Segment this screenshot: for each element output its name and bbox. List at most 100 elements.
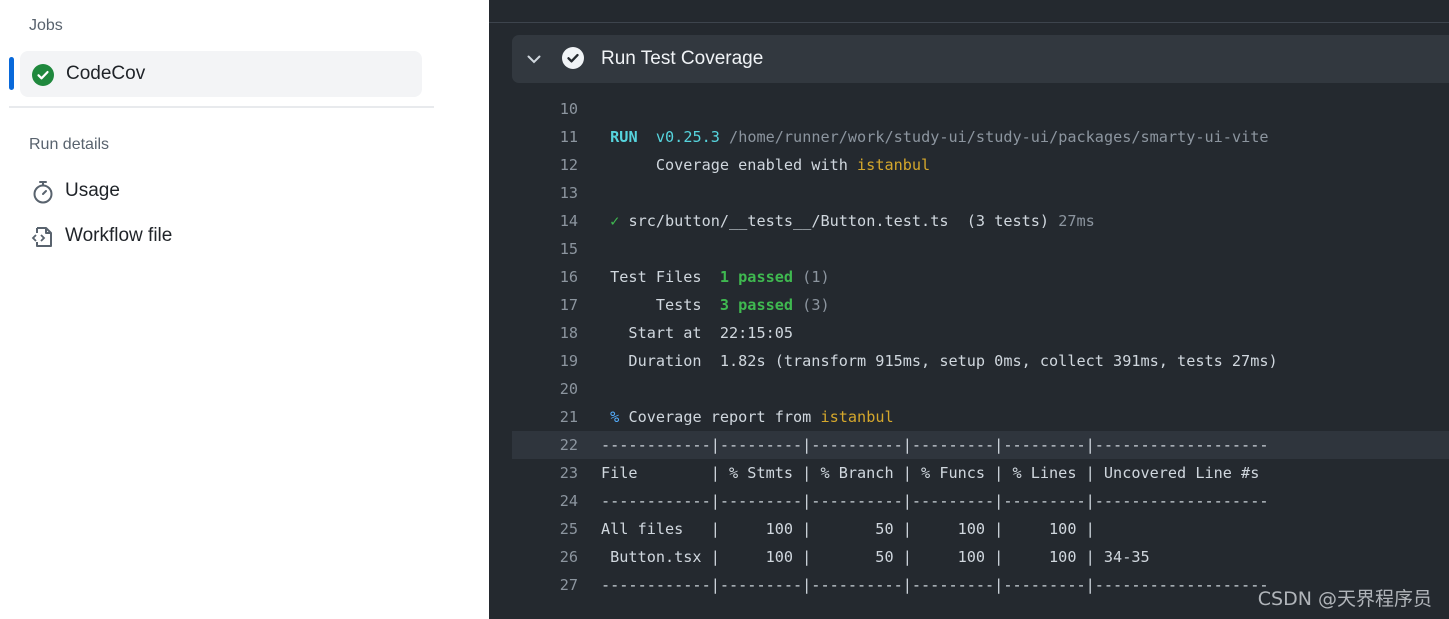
file-code-icon [31,227,52,247]
log-segment: 27ms [1058,212,1095,230]
log-text: ------------|---------|----------|------… [601,431,1269,459]
log-lines: 10 11 RUN v0.25.3 /home/runner/work/study… [512,95,1449,599]
log-line: 20 [512,375,1449,403]
log-segment: RUN [610,128,638,146]
log-line: 10 [512,95,1449,123]
check-circle-fill-icon [562,47,584,69]
line-number[interactable]: 23 [512,459,578,487]
log-segment: 3 passed [719,296,794,314]
log-text: Duration 1.82s (transform 915ms, setup 0… [601,347,1278,375]
log-text: RUN v0.25.3 /home/runner/work/study-ui/s… [601,123,1269,151]
job-item-codecov[interactable]: CodeCov [20,51,422,97]
log-segment: File | % Stmts | % Branch | % Funcs | % … [601,464,1260,482]
log-segment: Coverage enabled with [601,156,858,174]
log-text: % Coverage report from istanbul [601,403,894,431]
chevron-down-icon[interactable] [526,51,542,67]
sidebar: Jobs CodeCov Run details Usage Workflow … [0,0,489,619]
log-segment: (3) [793,296,830,314]
line-number[interactable]: 15 [512,235,578,263]
log-segment: /home/runner/work/study-ui/study-ui/pack… [719,128,1269,146]
log-text: ------------|---------|----------|------… [601,487,1269,515]
log-text: All files | 100 | 50 | 100 | 100 | [601,515,1095,543]
log-text: Tests 3 passed (3) [601,291,830,319]
log-segment: v0.25.3 [655,128,720,146]
line-number[interactable]: 13 [512,179,578,207]
log-segment [638,128,656,146]
log-line: 16 Test Files 1 passed (1) [512,263,1449,291]
log-line: 21 % Coverage report from istanbul [512,403,1449,431]
log-line: 23 File | % Stmts | % Branch | % Funcs | … [512,459,1449,487]
log-line: 22 ------------|---------|----------|----… [512,431,1449,459]
selected-indicator [9,57,14,90]
log-segment [601,212,610,230]
log-segment: Start at 22:15:05 [601,324,794,342]
line-number[interactable]: 21 [512,403,578,431]
log-text: Test Files 1 passed (1) [601,263,830,291]
job-log-panel: 10 11 RUN v0.25.3 /home/runner/work/study… [489,0,1449,619]
log-line: 25 All files | 100 | 50 | 100 | 100 | [512,515,1449,543]
log-line: 18 Start at 22:15:05 [512,319,1449,347]
stopwatch-icon [33,181,53,204]
log-segment: % [610,408,620,426]
line-number[interactable]: 24 [512,487,578,515]
log-segment: Test Files [601,268,720,286]
log-segment: Tests [601,296,720,314]
log-segment [601,128,610,146]
log-line: 19 Duration 1.82s (transform 915ms, setu… [512,347,1449,375]
divider [9,106,434,108]
log-text: File | % Stmts | % Branch | % Funcs | % … [601,459,1259,487]
log-segment: 1 passed [719,268,794,286]
nav-item-workflow-file[interactable]: Workflow file [29,222,329,252]
log-segment: src/button/__tests__/Button.test.ts (3 t… [619,212,1059,230]
log-line: 14 ✓ src/button/__tests__/Button.test.ts… [512,207,1449,235]
line-number[interactable]: 17 [512,291,578,319]
log-text: ✓ src/button/__tests__/Button.test.ts (3… [601,207,1095,235]
line-number[interactable]: 12 [512,151,578,179]
log-text: Coverage enabled with istanbul [601,151,930,179]
step-title: Run Test Coverage [601,48,764,69]
log-segment: istanbul [820,408,894,426]
line-number[interactable]: 25 [512,515,578,543]
log-segment: (1) [793,268,830,286]
log-segment [601,408,610,426]
log-line: 12 Coverage enabled with istanbul [512,151,1449,179]
log-line: 15 [512,235,1449,263]
line-number[interactable]: 22 [512,431,578,459]
line-number[interactable]: 27 [512,571,578,599]
log-text: ------------|---------|----------|------… [601,571,1269,599]
line-number[interactable]: 10 [512,95,578,123]
watermark: CSDN @天界程序员 [1257,588,1432,610]
nav-label: Workflow file [65,225,173,246]
line-number[interactable]: 11 [512,123,578,151]
log-segment: ------------|---------|----------|------… [601,492,1269,510]
nav-item-usage[interactable]: Usage [29,177,329,207]
log-text: Start at 22:15:05 [601,319,793,347]
log-segment: istanbul [857,156,931,174]
log-line: 24 ------------|---------|----------|----… [512,487,1449,515]
nav-label: Usage [65,180,120,201]
divider [489,22,1449,23]
log-text: Button.tsx | 100 | 50 | 100 | 100 | 34-3… [601,543,1150,571]
log-line: 17 Tests 3 passed (3) [512,291,1449,319]
run-details-heading: Run details [29,136,110,153]
job-label: CodeCov [66,63,146,84]
log-segment: Coverage report from [619,408,821,426]
line-number[interactable]: 19 [512,347,578,375]
line-number[interactable]: 14 [512,207,578,235]
log-line: 11 RUN v0.25.3 /home/runner/work/study-u… [512,123,1449,151]
line-number[interactable]: 16 [512,263,578,291]
log-segment: Button.tsx | 100 | 50 | 100 | 100 | 34-3… [601,548,1150,566]
log-segment: All files | 100 | 50 | 100 | 100 | [601,520,1095,538]
log-segment: Duration 1.82s (transform 915ms, setup 0… [601,352,1278,370]
step-header-run-test-coverage[interactable]: Run Test Coverage [512,35,1449,83]
check-circle-fill-icon [32,64,54,86]
log-segment: ✓ [610,212,620,230]
jobs-heading: Jobs [29,17,63,34]
log-line: 13 [512,179,1449,207]
log-segment: ------------|---------|----------|------… [601,436,1269,454]
line-number[interactable]: 18 [512,319,578,347]
line-number[interactable]: 26 [512,543,578,571]
log-line: 26 Button.tsx | 100 | 50 | 100 | 100 | 3… [512,543,1449,571]
line-number[interactable]: 20 [512,375,578,403]
log-segment: ------------|---------|----------|------… [601,576,1269,594]
